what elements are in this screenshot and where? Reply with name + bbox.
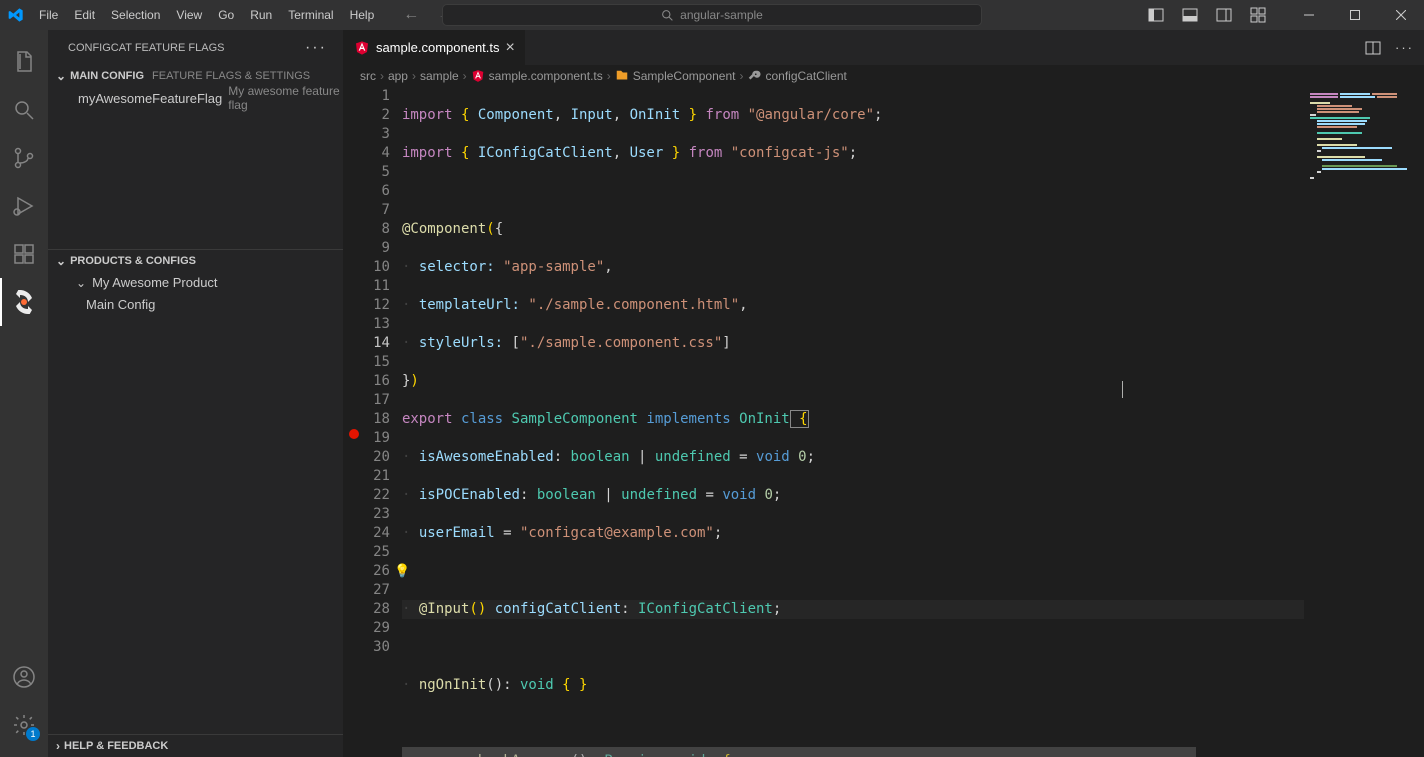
vscode-logo-icon — [8, 7, 24, 23]
activity-explorer[interactable] — [0, 38, 48, 86]
command-center-text: angular-sample — [680, 8, 763, 22]
editor-area: sample.component.ts × ··· src › app › sa… — [344, 30, 1424, 757]
line-number-gutter: 1234567891011121314151617181920212223242… — [364, 87, 402, 757]
crumb-class[interactable]: SampleComponent — [615, 69, 736, 83]
scrollbar-thumb[interactable] — [402, 747, 1196, 757]
search-icon — [661, 9, 674, 22]
customize-layout-icon[interactable] — [1250, 7, 1266, 23]
layout-sidebar-right-icon[interactable] — [1216, 7, 1232, 23]
window-maximize-button[interactable] — [1332, 0, 1378, 30]
menu-go[interactable]: Go — [211, 4, 241, 26]
angular-file-icon — [471, 69, 485, 83]
activity-run-debug[interactable] — [0, 182, 48, 230]
breakpoint-icon[interactable] — [349, 429, 359, 439]
activity-search[interactable] — [0, 86, 48, 134]
split-editor-icon[interactable] — [1365, 40, 1381, 56]
chevron-down-icon: ⌄ — [56, 254, 66, 268]
horizontal-scrollbar[interactable] — [402, 747, 1304, 757]
code-content[interactable]: import { Component, Input, OnInit } from… — [402, 87, 1304, 757]
tab-close-icon[interactable]: × — [506, 39, 515, 57]
feature-flag-item[interactable]: myAwesomeFeatureFlag My awesome feature … — [48, 87, 343, 109]
chevron-right-icon: › — [56, 739, 60, 753]
tab-sample-component[interactable]: sample.component.ts × — [344, 30, 526, 65]
symbol-class-icon — [615, 69, 629, 83]
section-help-feedback[interactable]: › HELP & FEEDBACK — [48, 735, 343, 757]
tab-filename: sample.component.ts — [376, 40, 500, 55]
breakpoint-gutter[interactable] — [344, 87, 364, 757]
minimap[interactable] — [1304, 87, 1424, 757]
section-products-configs[interactable]: ⌄ PRODUCTS & CONFIGS — [48, 250, 343, 272]
text-cursor — [1122, 381, 1123, 398]
window-close-button[interactable] — [1378, 0, 1424, 30]
menu-help[interactable]: Help — [343, 4, 382, 26]
config-item[interactable]: Main Config — [48, 294, 343, 316]
sidebar: CONFIGCAT FEATURE FLAGS ··· ⌄ MAIN CONFI… — [48, 30, 344, 757]
breadcrumbs[interactable]: src › app › sample › sample.component.ts… — [344, 65, 1424, 87]
symbol-property-icon — [747, 69, 761, 83]
nav-back-icon[interactable]: ← — [403, 6, 419, 24]
titlebar: File Edit Selection View Go Run Terminal… — [0, 0, 1424, 30]
crumb-property[interactable]: configCatClient — [747, 69, 846, 83]
layout-panel-icon[interactable] — [1182, 7, 1198, 23]
crumb-app[interactable]: app — [388, 69, 408, 83]
menu-selection[interactable]: Selection — [104, 4, 167, 26]
settings-badge: 1 — [26, 727, 40, 741]
more-actions-icon[interactable]: ··· — [1395, 40, 1414, 55]
menu-run[interactable]: Run — [243, 4, 279, 26]
menu-file[interactable]: File — [32, 4, 65, 26]
crumb-src[interactable]: src — [360, 69, 376, 83]
activity-bar: 1 — [0, 30, 48, 757]
menu-terminal[interactable]: Terminal — [281, 4, 340, 26]
angular-file-icon — [354, 40, 370, 56]
crumb-sample[interactable]: sample — [420, 69, 459, 83]
menu-view[interactable]: View — [169, 4, 209, 26]
activity-settings[interactable]: 1 — [0, 701, 48, 749]
tab-bar: sample.component.ts × ··· — [344, 30, 1424, 65]
activity-configcat[interactable] — [0, 278, 48, 326]
code-editor[interactable]: 1234567891011121314151617181920212223242… — [344, 87, 1424, 757]
product-item[interactable]: ⌄ My Awesome Product — [48, 272, 343, 294]
command-center[interactable]: angular-sample — [442, 4, 982, 26]
sidebar-title: CONFIGCAT FEATURE FLAGS — [68, 42, 224, 54]
activity-accounts[interactable] — [0, 653, 48, 701]
crumb-file[interactable]: sample.component.ts — [471, 69, 603, 83]
sidebar-more-icon[interactable]: ··· — [305, 39, 327, 57]
activity-extensions[interactable] — [0, 230, 48, 278]
activity-source-control[interactable] — [0, 134, 48, 182]
lightbulb-icon[interactable]: 💡 — [394, 562, 410, 581]
layout-sidebar-left-icon[interactable] — [1148, 7, 1164, 23]
chevron-down-icon: ⌄ — [56, 69, 66, 83]
chevron-down-icon: ⌄ — [76, 276, 86, 290]
menu-edit[interactable]: Edit — [67, 4, 102, 26]
window-minimize-button[interactable] — [1286, 0, 1332, 30]
